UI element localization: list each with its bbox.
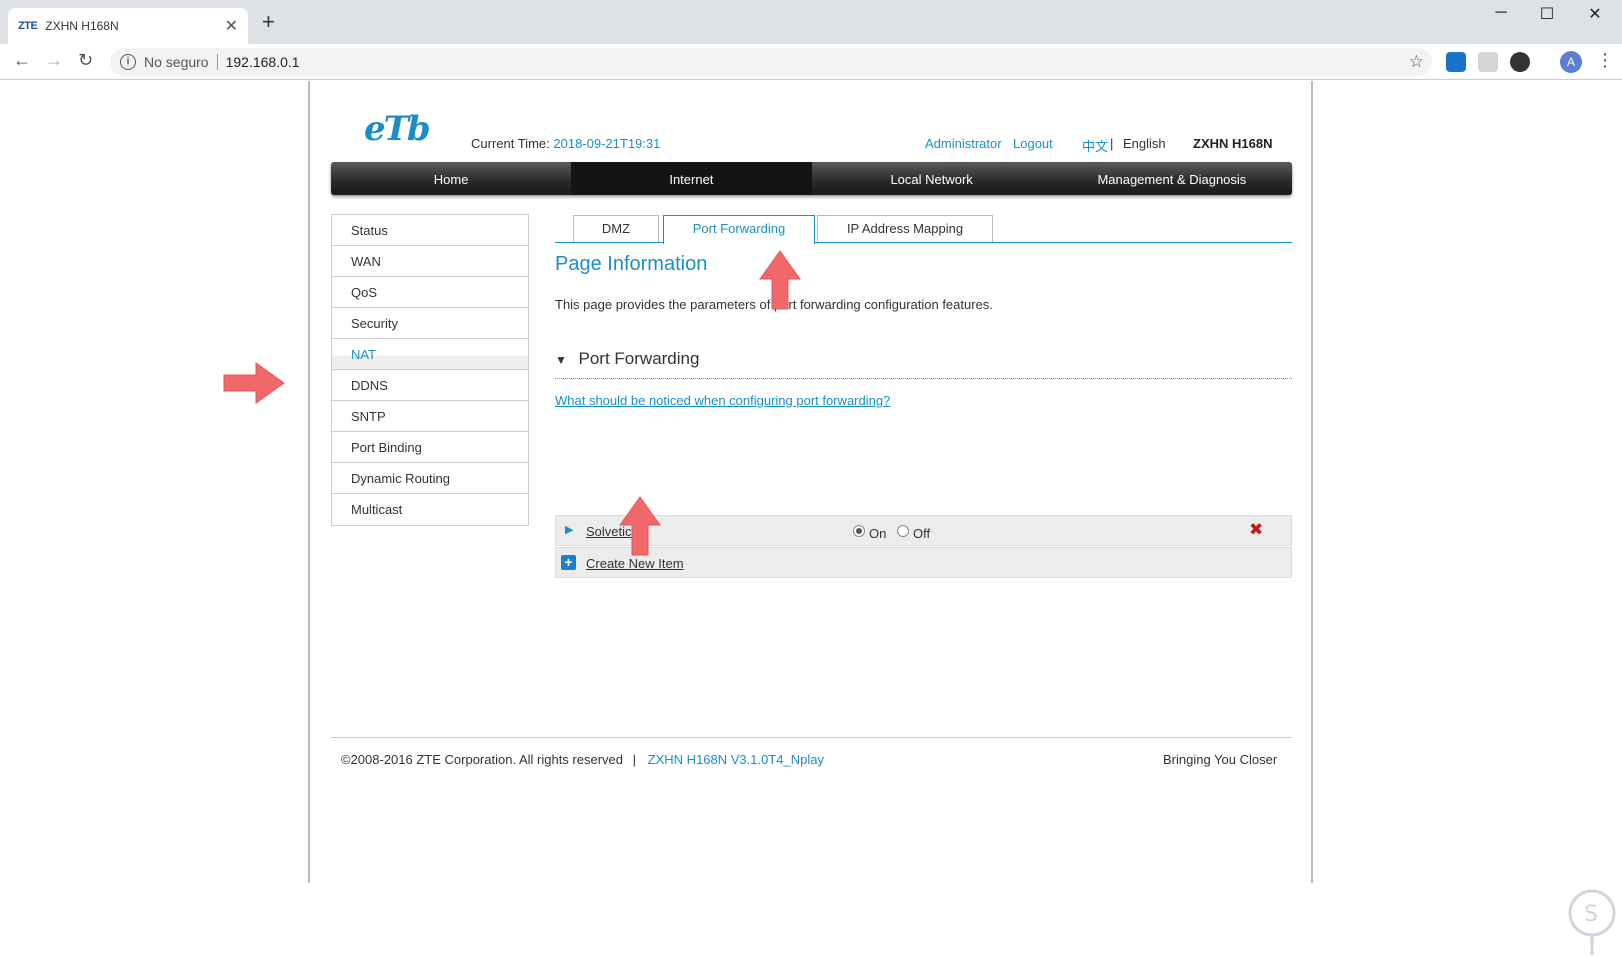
create-new-item-link[interactable]: Create New Item: [586, 556, 684, 571]
port-forwarding-section-header[interactable]: ▼ Port Forwarding: [555, 349, 1292, 379]
annotation-arrow-up-icon: [759, 250, 801, 310]
footer-copyright: ©2008-2016 ZTE Corporation. All rights r…: [341, 752, 824, 767]
page-border-right: [1311, 81, 1313, 883]
rule-off-label: Off: [913, 526, 931, 541]
minimize-icon[interactable]: ─: [1478, 4, 1524, 22]
back-icon[interactable]: ←: [13, 50, 31, 71]
tab-ip-address-mapping[interactable]: IP Address Mapping: [817, 215, 993, 242]
footer-tagline: Bringing You Closer: [1163, 752, 1278, 767]
sidebar-item-port-binding[interactable]: Port Binding: [332, 432, 528, 463]
sidebar-item-multicast[interactable]: Multicast: [332, 494, 528, 525]
info-icon[interactable]: i: [120, 54, 136, 70]
url-text[interactable]: 192.168.0.1: [226, 54, 300, 70]
extension-gray-icon[interactable]: [1478, 52, 1498, 72]
etb-logo: eTb: [364, 109, 431, 149]
extension-circle-icon[interactable]: [1510, 52, 1530, 72]
sidebar-item-ddns[interactable]: DDNS: [332, 370, 528, 401]
port-forwarding-rule-row: ▶ Solvetic On Off ✖: [555, 515, 1292, 546]
sidebar-item-sntp[interactable]: SNTP: [332, 401, 528, 432]
current-time-value: 2018-09-21T19:31: [553, 136, 661, 151]
window-close-icon[interactable]: ✕: [1572, 4, 1618, 24]
expand-arrow-icon[interactable]: ▶: [565, 523, 573, 536]
footer-divider: [331, 737, 1292, 738]
tab-dmz[interactable]: DMZ: [573, 215, 659, 242]
nav-management-diagnosis[interactable]: Management & Diagnosis: [1052, 162, 1292, 195]
rule-on-radio[interactable]: [853, 525, 865, 537]
lang-english-link[interactable]: English: [1123, 136, 1166, 151]
lang-chinese-link[interactable]: 中文: [1082, 136, 1108, 155]
main-navigation: Home Internet Local Network Management &…: [331, 162, 1292, 195]
sidebar-item-nat[interactable]: NAT: [332, 339, 528, 370]
model-name: ZXHN H168N: [1193, 136, 1273, 151]
watermark-logo-icon: S: [1568, 889, 1616, 955]
sidebar-item-dynamic-routing[interactable]: Dynamic Routing: [332, 463, 528, 494]
nav-internet[interactable]: Internet: [571, 162, 812, 195]
annotation-arrow-up-icon-2: [619, 496, 661, 556]
bookmark-star-icon[interactable]: ☆: [1409, 52, 1424, 72]
browser-toolbar: ← → ↻ i No seguro 192.168.0.1 ☆ A ⋮: [0, 44, 1622, 80]
sidebar-menu: Status WAN QoS Security NAT DDNS SNTP Po…: [331, 214, 529, 526]
tab-port-forwarding[interactable]: Port Forwarding: [663, 215, 815, 244]
subtab-bar: DMZ Port Forwarding IP Address Mapping: [555, 215, 1292, 244]
zte-favicon-icon: ZTE: [18, 20, 38, 32]
address-bar[interactable]: i No seguro 192.168.0.1 ☆: [110, 48, 1432, 76]
firmware-version-link[interactable]: ZXHN H168N V3.1.0T4_Nplay: [648, 752, 824, 767]
maximize-icon[interactable]: ☐: [1524, 4, 1570, 24]
annotation-arrow-right-icon: [223, 362, 285, 404]
administrator-link[interactable]: Administrator: [925, 136, 1002, 151]
extension-cast-icon[interactable]: [1446, 52, 1466, 72]
browser-tab[interactable]: ZTE ZXHN H168N ✕: [8, 8, 248, 44]
nav-home[interactable]: Home: [331, 162, 571, 195]
security-status: No seguro: [144, 54, 209, 70]
lang-separator: |: [1110, 136, 1114, 151]
section-title: Port Forwarding: [578, 349, 700, 368]
forward-icon[interactable]: →: [45, 50, 63, 71]
current-time: Current Time: 2018-09-21T19:31: [471, 136, 660, 151]
plus-icon[interactable]: +: [561, 555, 576, 570]
browser-tabstrip: ZTE ZXHN H168N ✕ + ─ ☐ ✕: [0, 0, 1622, 44]
copyright-text: ©2008-2016 ZTE Corporation. All rights r…: [341, 752, 623, 767]
collapse-triangle-icon[interactable]: ▼: [555, 353, 567, 367]
menu-kebab-icon[interactable]: ⋮: [1596, 50, 1614, 71]
nav-local-network[interactable]: Local Network: [812, 162, 1052, 195]
sidebar-item-qos[interactable]: QoS: [332, 277, 528, 308]
reload-icon[interactable]: ↻: [78, 50, 93, 71]
sidebar-item-security[interactable]: Security: [332, 308, 528, 339]
sidebar-item-status[interactable]: Status: [332, 215, 528, 246]
notice-help-link[interactable]: What should be noticed when configuring …: [555, 393, 890, 408]
tab-close-icon[interactable]: ✕: [225, 16, 238, 36]
current-time-label: Current Time:: [471, 136, 550, 151]
svg-text:S: S: [1584, 902, 1598, 927]
omnibox-divider: [216, 54, 218, 70]
new-tab-icon[interactable]: +: [262, 11, 275, 33]
rule-off-radio[interactable]: [897, 525, 909, 537]
profile-avatar[interactable]: A: [1560, 51, 1582, 73]
footer-separator: |: [632, 752, 637, 767]
delete-icon[interactable]: ✖: [1249, 520, 1263, 540]
page-border-left: [308, 81, 310, 883]
create-new-item-row: + Create New Item: [555, 547, 1292, 578]
rule-on-label: On: [869, 526, 887, 541]
sidebar-item-wan[interactable]: WAN: [332, 246, 528, 277]
tab-title: ZXHN H168N: [45, 19, 119, 33]
page-viewport: eTb Current Time: 2018-09-21T19:31 Admin…: [0, 81, 1622, 955]
page-info-title: Page Information: [555, 253, 708, 275]
logout-link[interactable]: Logout: [1013, 136, 1053, 151]
